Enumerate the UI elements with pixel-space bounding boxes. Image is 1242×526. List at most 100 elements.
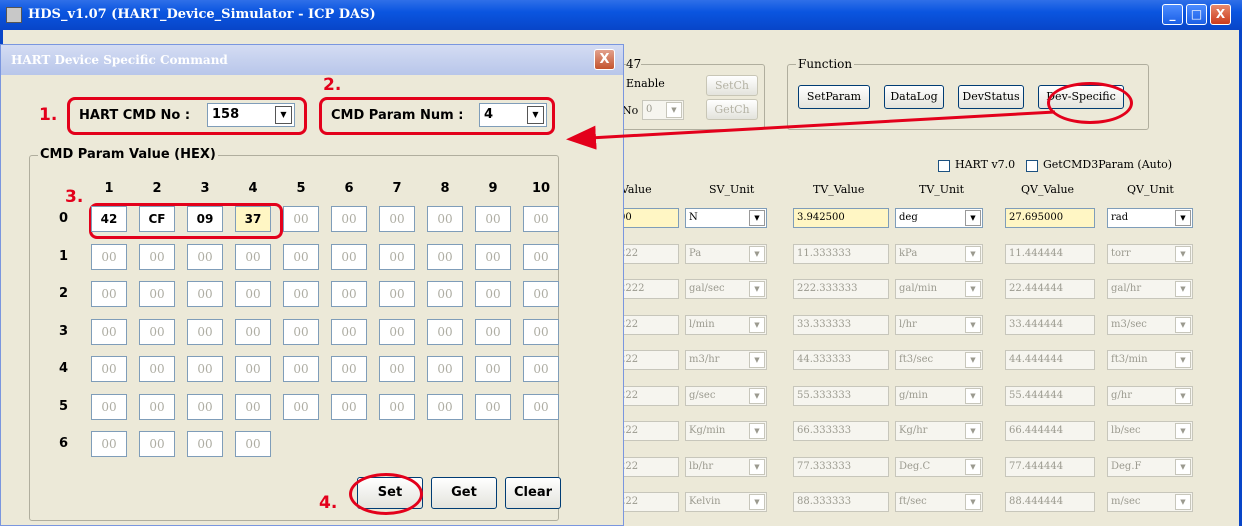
qv-unit-select[interactable]: rad ▼ [1107, 208, 1193, 228]
param-value-cell[interactable]: 00 [331, 206, 367, 232]
param-value-cell[interactable]: 42 [91, 206, 127, 232]
sv-unit-select[interactable]: g/sec ▼ [685, 385, 767, 406]
pv-value-field[interactable]: 222 [615, 421, 679, 441]
param-value-cell[interactable]: 00 [283, 243, 319, 270]
param-value-cell[interactable]: 00 [475, 206, 511, 232]
sv-unit-select[interactable]: gal/sec ▼ [685, 279, 767, 299]
tv-unit-select[interactable]: kPa ▼ [895, 243, 983, 264]
get-button[interactable]: Get [431, 477, 497, 509]
param-value-cell[interactable]: 00 [427, 318, 463, 345]
qv-value-field[interactable]: 77.444444 [1005, 456, 1095, 477]
pv-value-field[interactable]: 222 [615, 243, 679, 264]
hart-v7-checkbox[interactable] [938, 160, 950, 172]
param-value-cell[interactable]: 00 [235, 431, 271, 457]
tv-unit-select[interactable]: deg ▼ [895, 208, 983, 228]
param-value-cell[interactable]: 00 [187, 431, 223, 457]
param-value-cell[interactable]: 00 [91, 318, 127, 345]
param-value-cell[interactable]: 00 [91, 393, 127, 420]
channel-no-select[interactable]: 0 ▼ [642, 100, 684, 120]
tv-unit-select[interactable]: l/hr ▼ [895, 314, 983, 335]
tv-unit-select[interactable]: Kg/hr ▼ [895, 421, 983, 441]
param-value-cell[interactable]: 00 [283, 318, 319, 345]
clear-button[interactable]: Clear [505, 477, 561, 509]
sv-unit-select[interactable]: N ▼ [685, 208, 767, 228]
param-value-cell[interactable]: 00 [139, 356, 175, 382]
param-value-cell[interactable]: 00 [91, 243, 127, 270]
pv-value-field[interactable]: 222 [615, 492, 679, 512]
param-value-cell[interactable]: 00 [235, 393, 271, 420]
param-value-cell[interactable]: 00 [475, 281, 511, 307]
param-value-cell[interactable]: 00 [379, 356, 415, 382]
qv-unit-select[interactable]: gal/hr ▼ [1107, 279, 1193, 299]
param-value-cell[interactable]: 00 [139, 243, 175, 270]
tv-value-field[interactable]: 44.333333 [793, 350, 889, 370]
param-value-cell[interactable]: 00 [475, 318, 511, 345]
param-value-cell[interactable]: 00 [331, 243, 367, 270]
tv-value-field[interactable]: 88.333333 [793, 492, 889, 512]
param-value-cell[interactable]: 00 [523, 356, 559, 382]
param-value-cell[interactable]: 00 [91, 281, 127, 307]
param-value-cell[interactable]: 00 [187, 281, 223, 307]
hart-cmd-select[interactable]: 158 ▼ [207, 103, 295, 127]
qv-value-field[interactable]: 33.444444 [1005, 314, 1095, 335]
param-value-cell[interactable]: 00 [187, 243, 223, 270]
param-num-select[interactable]: 4 ▼ [479, 103, 547, 127]
param-value-cell[interactable]: 37 [235, 206, 271, 232]
qv-unit-select[interactable]: lb/sec ▼ [1107, 421, 1193, 441]
param-value-cell[interactable]: 00 [235, 356, 271, 382]
tv-value-field[interactable]: 33.333333 [793, 314, 889, 335]
param-value-cell[interactable]: 00 [523, 393, 559, 420]
param-value-cell[interactable]: 00 [475, 356, 511, 382]
tv-value-field[interactable]: 77.333333 [793, 456, 889, 477]
param-value-cell[interactable]: 00 [139, 318, 175, 345]
pv-value-field[interactable]: 2222 [615, 279, 679, 299]
maximize-button[interactable]: □ [1186, 4, 1207, 25]
param-value-cell[interactable]: 00 [139, 431, 175, 457]
param-value-cell[interactable]: CF [139, 206, 175, 232]
param-value-cell[interactable]: 00 [91, 431, 127, 457]
qv-value-field[interactable]: 22.444444 [1005, 279, 1095, 299]
param-value-cell[interactable]: 00 [235, 318, 271, 345]
pv-value-field[interactable]: 222 [615, 314, 679, 335]
param-value-cell[interactable]: 00 [331, 318, 367, 345]
setparam-button[interactable]: SetParam [798, 85, 870, 109]
param-value-cell[interactable]: 00 [283, 356, 319, 382]
param-value-cell[interactable]: 00 [523, 243, 559, 270]
qv-value-field[interactable]: 55.444444 [1005, 385, 1095, 406]
tv-value-field[interactable]: 66.333333 [793, 421, 889, 441]
param-value-cell[interactable]: 00 [331, 393, 367, 420]
pv-value-field[interactable]: 222 [615, 385, 679, 406]
param-value-cell[interactable]: 00 [331, 281, 367, 307]
sv-unit-select[interactable]: lb/hr ▼ [685, 456, 767, 477]
param-value-cell[interactable]: 00 [379, 206, 415, 232]
tv-value-field[interactable]: 3.942500 [793, 208, 889, 228]
qv-value-field[interactable]: 66.444444 [1005, 421, 1095, 441]
dialog-close-button[interactable]: X [594, 49, 615, 70]
tv-value-field[interactable]: 55.333333 [793, 385, 889, 406]
qv-value-field[interactable]: 44.444444 [1005, 350, 1095, 370]
qv-unit-select[interactable]: g/hr ▼ [1107, 385, 1193, 406]
sv-unit-select[interactable]: l/min ▼ [685, 314, 767, 335]
qv-unit-select[interactable]: m/sec ▼ [1107, 492, 1193, 512]
param-value-cell[interactable]: 00 [379, 243, 415, 270]
param-value-cell[interactable]: 00 [139, 281, 175, 307]
qv-unit-select[interactable]: Deg.F ▼ [1107, 456, 1193, 477]
tv-unit-select[interactable]: Deg.C ▼ [895, 456, 983, 477]
qv-unit-select[interactable]: ft3/min ▼ [1107, 350, 1193, 370]
param-value-cell[interactable]: 00 [187, 318, 223, 345]
tv-unit-select[interactable]: g/min ▼ [895, 385, 983, 406]
param-value-cell[interactable]: 00 [187, 356, 223, 382]
sv-unit-select[interactable]: Pa ▼ [685, 243, 767, 264]
tv-unit-select[interactable]: ft3/sec ▼ [895, 350, 983, 370]
param-value-cell[interactable]: 00 [379, 281, 415, 307]
param-value-cell[interactable]: 00 [427, 206, 463, 232]
param-value-cell[interactable]: 00 [283, 393, 319, 420]
pv-value-field[interactable]: 222 [615, 350, 679, 370]
param-value-cell[interactable]: 00 [427, 243, 463, 270]
param-value-cell[interactable]: 00 [427, 356, 463, 382]
pv-value-field[interactable]: 222 [615, 456, 679, 477]
getcmd3-checkbox[interactable] [1026, 160, 1038, 172]
param-value-cell[interactable]: 00 [523, 206, 559, 232]
qv-value-field[interactable]: 88.444444 [1005, 492, 1095, 512]
sv-unit-select[interactable]: Kelvin ▼ [685, 492, 767, 512]
